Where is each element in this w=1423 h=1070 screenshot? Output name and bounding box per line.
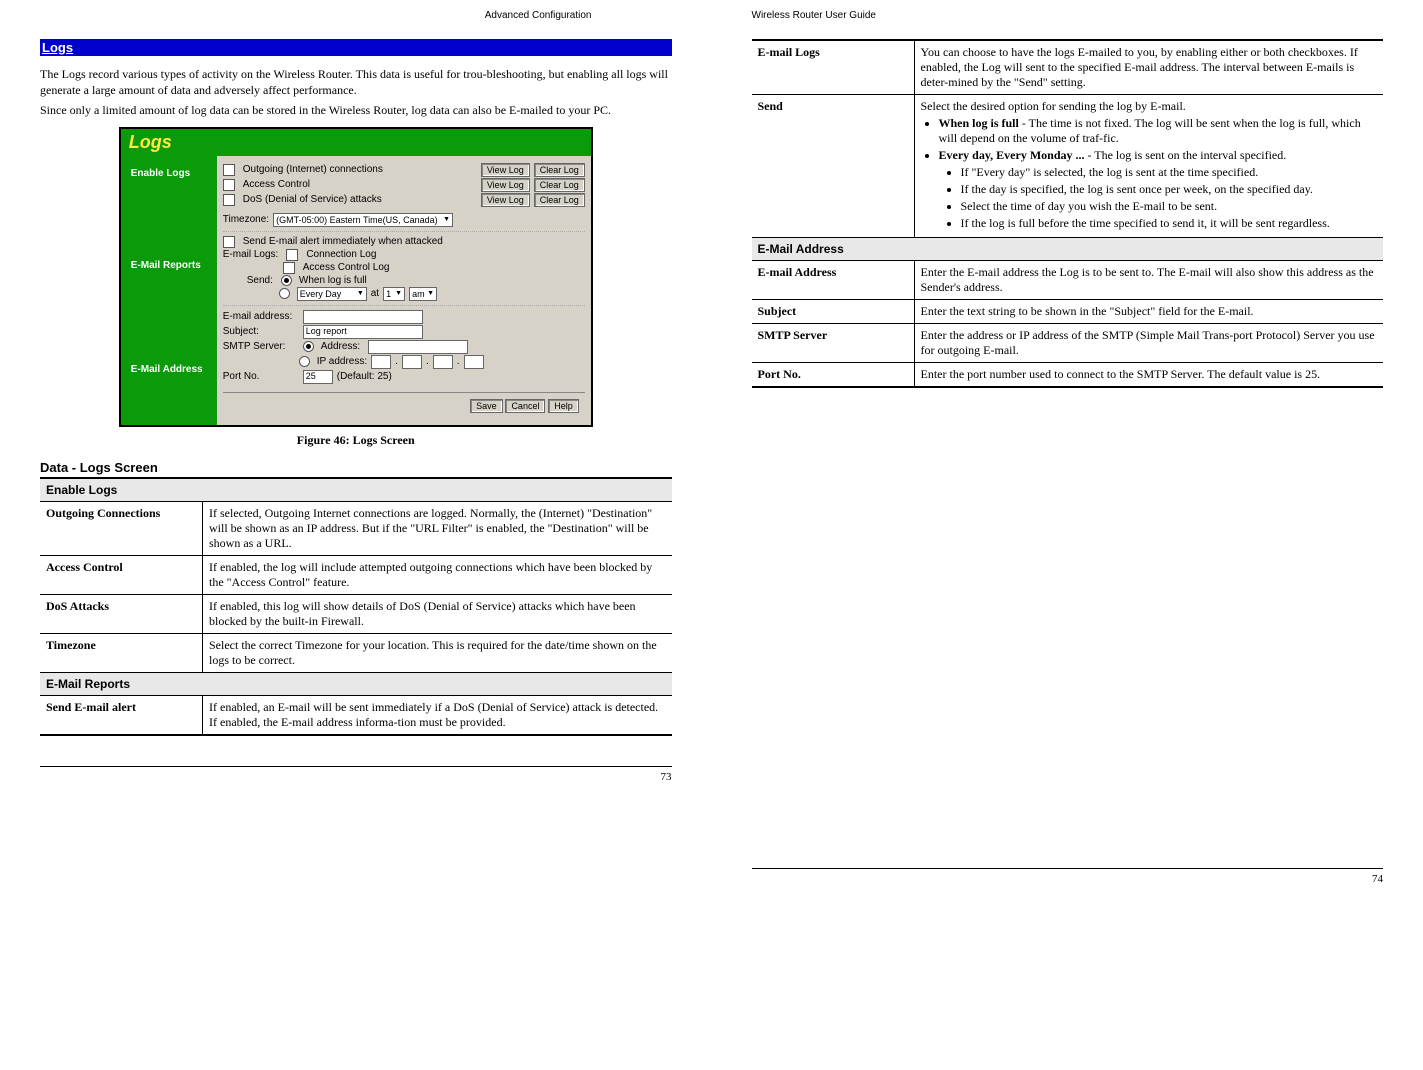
logs-intro-2: Since only a limited amount of log data … (40, 102, 672, 118)
sidebar-tab-email-reports: E-Mail Reports (121, 256, 217, 276)
chevron-down-icon: ▼ (443, 216, 450, 223)
cancel-button[interactable]: Cancel (505, 399, 545, 413)
figure-caption: Figure 46: Logs Screen (40, 433, 672, 448)
logs-screenshot: Logs Enable Logs E-Mail Reports E-Mail A… (119, 127, 593, 427)
radio-smtp-ip[interactable] (299, 356, 310, 367)
logs-section-bar: Logs (40, 39, 672, 56)
ip-1[interactable] (371, 355, 391, 369)
radio-whenfull[interactable] (281, 275, 292, 286)
hour-dropdown[interactable]: 1▼ (383, 287, 405, 301)
subject-field[interactable]: Log report (303, 325, 423, 339)
clearlog-2[interactable]: Clear Log (534, 178, 585, 192)
chevron-down-icon: ▼ (395, 290, 402, 297)
ampm-dropdown[interactable]: am▼ (409, 287, 437, 301)
port-field[interactable]: 25 (303, 370, 333, 384)
smtp-addr-field[interactable] (368, 340, 468, 354)
ip-4[interactable] (464, 355, 484, 369)
right-footer: 74 (752, 868, 1384, 889)
checkbox-dos[interactable] (223, 194, 235, 206)
logs-data-table-right: E-mail LogsYou can choose to have the lo… (752, 39, 1384, 388)
sidebar-tab-enable-logs: Enable Logs (121, 164, 217, 184)
help-button[interactable]: Help (548, 399, 579, 413)
ip-3[interactable] (433, 355, 453, 369)
logs-data-table-left: Enable Logs Outgoing ConnectionsIf selec… (40, 477, 672, 736)
clearlog-3[interactable]: Clear Log (534, 193, 585, 207)
right-page-header: Wireless Router User Guide (752, 10, 1384, 21)
checkbox-outgoing[interactable] (223, 164, 235, 176)
interval-dropdown[interactable]: Every Day▼ (297, 287, 367, 301)
viewlog-2[interactable]: View Log (481, 178, 530, 192)
chevron-down-icon: ▼ (357, 290, 364, 297)
left-page: Advanced Configuration Logs The Logs rec… (20, 10, 692, 807)
logs-window-title: Logs (121, 129, 591, 156)
chevron-down-icon: ▼ (427, 290, 434, 297)
clearlog-1[interactable]: Clear Log (534, 163, 585, 177)
ip-2[interactable] (402, 355, 422, 369)
sidebar-tab-email-address: E-Mail Address (121, 360, 217, 380)
logs-intro-1: The Logs record various types of activit… (40, 66, 672, 98)
radio-smtp-addr[interactable] (303, 341, 314, 352)
viewlog-1[interactable]: View Log (481, 163, 530, 177)
radio-everyday[interactable] (279, 288, 290, 299)
left-page-number: 73 (661, 771, 672, 783)
right-page: Wireless Router User Guide E-mail LogsYo… (732, 10, 1404, 909)
right-page-number: 74 (1372, 873, 1383, 885)
document-spread: Advanced Configuration Logs The Logs rec… (0, 0, 1423, 919)
checkbox-alert[interactable] (223, 236, 235, 248)
save-button[interactable]: Save (470, 399, 503, 413)
left-footer: 73 (40, 766, 672, 787)
left-page-header: Advanced Configuration (40, 10, 672, 21)
checkbox-acclog[interactable] (283, 262, 295, 274)
timezone-dropdown[interactable]: (GMT-05:00) Eastern Time(US, Canada)▼ (273, 213, 453, 227)
viewlog-3[interactable]: View Log (481, 193, 530, 207)
email-field[interactable] (303, 310, 423, 324)
logs-form-area: Outgoing (Internet) connectionsView LogC… (217, 156, 591, 425)
checkbox-connlog[interactable] (286, 249, 298, 261)
logs-sidebar: Enable Logs E-Mail Reports E-Mail Addres… (121, 156, 217, 425)
checkbox-access[interactable] (223, 179, 235, 191)
data-logs-header: Data - Logs Screen (40, 460, 672, 475)
